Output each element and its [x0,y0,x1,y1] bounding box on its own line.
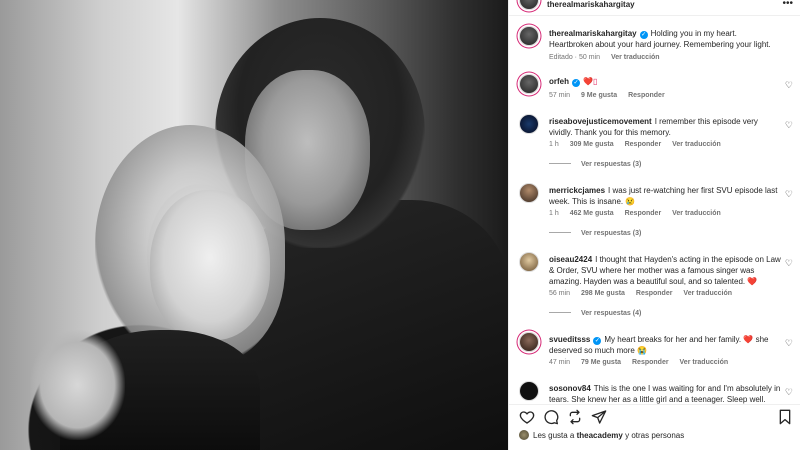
post-photo[interactable] [0,0,508,450]
replies-divider [549,232,571,233]
comment-time: 1 h [549,141,559,148]
comment-like-heart-icon[interactable]: ♡ [785,258,793,269]
comment-likes[interactable]: 298 Me gusta [581,290,625,297]
comment-like-heart-icon[interactable]: ♡ [785,189,793,200]
view-replies-label[interactable]: Ver respuestas (3) [581,161,641,168]
comment-body: merrickcjames I was just re-watching her … [549,185,781,207]
comment-time: 1 h [549,210,559,217]
comment-likes[interactable]: 79 Me gusta [581,359,621,366]
verified-badge-icon: ✓ [572,79,580,87]
likes-prefix: Les gusta a [533,431,575,440]
comment-translate-link[interactable]: Ver traducción [680,359,729,366]
comment-body: orfeh ✓ ❤️▯ [549,76,781,87]
comment-username[interactable]: merrickcjames [549,186,605,195]
comment-meta: 56 min 298 Me gusta Responder Ver traduc… [549,290,741,297]
comment-username[interactable]: svueditsss [549,335,590,344]
comment-body: oiseau2424 I thought that Hayden's acting… [549,254,781,287]
comment-reply-link[interactable]: Responder [628,92,665,99]
comment-like-heart-icon[interactable]: ♡ [785,338,793,349]
comment-avatar[interactable] [519,252,539,272]
comment-translate-link[interactable]: Ver traducción [672,210,721,217]
comment-username[interactable]: riseabovejusticemovement [549,117,652,126]
comment-time: 56 min [549,290,571,297]
comment-reply-link[interactable]: Responder [625,141,662,148]
post-side-panel: therealmariskahargitay ••• therealmarisk… [508,0,800,450]
comment-meta: 47 min 79 Me gusta Responder Ver traducc… [549,359,737,366]
comment-likes[interactable]: 9 Me gusta [581,92,617,99]
likes-suffix[interactable]: y otras personas [625,431,684,440]
view-replies-link[interactable]: Ver respuestas (4) [549,310,641,317]
comment-avatar[interactable] [519,114,539,134]
comment-avatar[interactable] [519,381,539,401]
comment-username[interactable]: oiseau2424 [549,255,592,264]
comments-list[interactable]: therealmariskahargitay ✓ Holding you in my… [509,16,800,404]
heart-outline-icon[interactable] [519,409,535,425]
view-replies-link[interactable]: Ver respuestas (3) [549,230,641,237]
comment-like-heart-icon[interactable]: ♡ [785,120,793,131]
photo-hand [30,330,125,440]
post-action-bar [509,404,800,428]
likes-user[interactable]: theacademy [577,431,623,440]
comment-username[interactable]: sosonov84 [549,384,591,393]
more-horizontal-icon[interactable]: ••• [782,0,793,9]
comment-like-heart-icon[interactable]: ♡ [785,387,793,398]
author-username[interactable]: therealmariskahargitay [547,0,635,9]
send-icon[interactable] [591,409,607,425]
post-header: therealmariskahargitay ••• [509,0,800,16]
comment-body: sosonov84 This is the one I was waiting f… [549,383,781,404]
comment-reply-link[interactable]: Responder [625,210,662,217]
verified-badge-icon: ✓ [593,337,602,345]
caption-translate-link[interactable]: Ver traducción [611,54,660,61]
comment-like-heart-icon[interactable]: ♡ [785,80,793,91]
comment-body: svueditsss ✓ My heart breaks for her and h… [549,334,781,356]
comment-username[interactable]: orfeh [549,77,569,86]
bookmark-icon[interactable] [777,409,793,425]
comment-reply-link[interactable]: Responder [632,359,669,366]
comment-avatar[interactable] [519,74,539,94]
caption-avatar[interactable] [519,26,539,46]
comment-translate-link[interactable]: Ver traducción [672,141,721,148]
author-avatar[interactable] [519,0,539,10]
comment-text: ❤️▯ [583,77,598,86]
comment-avatar[interactable] [519,183,539,203]
comment-likes[interactable]: 309 Me gusta [570,141,614,148]
view-replies-label[interactable]: Ver respuestas (3) [581,230,641,237]
comment-meta: 1 h 309 Me gusta Responder Ver traducció… [549,141,730,148]
comment-reply-link[interactable]: Responder [636,290,673,297]
replies-divider [549,163,571,164]
verified-badge-icon: ✓ [639,31,648,39]
caption-body: therealmariskahargitay ✓ Holding you in my… [549,28,781,50]
comment-time: 57 min [549,92,571,99]
view-replies-label[interactable]: Ver respuestas (4) [581,310,641,317]
comment-avatar[interactable] [519,332,539,352]
caption-time: Editado · 50 min [549,54,600,61]
caption-meta: Editado · 50 min Ver traducción [549,54,669,61]
comment-likes[interactable]: 462 Me gusta [570,210,614,217]
repost-icon[interactable] [567,409,583,425]
replies-divider [549,312,571,313]
liker-avatar [519,430,529,440]
photo-face-girl [150,190,270,340]
comment-meta: 1 h 462 Me gusta Responder Ver traducció… [549,210,730,217]
comment-meta: 57 min 9 Me gusta Responder [549,92,674,99]
view-replies-link[interactable]: Ver respuestas (3) [549,161,641,168]
comment-time: 47 min [549,359,571,366]
comment-translate-link[interactable]: Ver traducción [683,290,732,297]
comment-icon[interactable] [543,409,559,425]
caption-username[interactable]: therealmariskahargitay [549,29,637,38]
likes-summary[interactable]: Les gusta a theacademy y otras personas [519,430,684,440]
comment-body: riseabovejusticemovement I remember this … [549,116,781,138]
